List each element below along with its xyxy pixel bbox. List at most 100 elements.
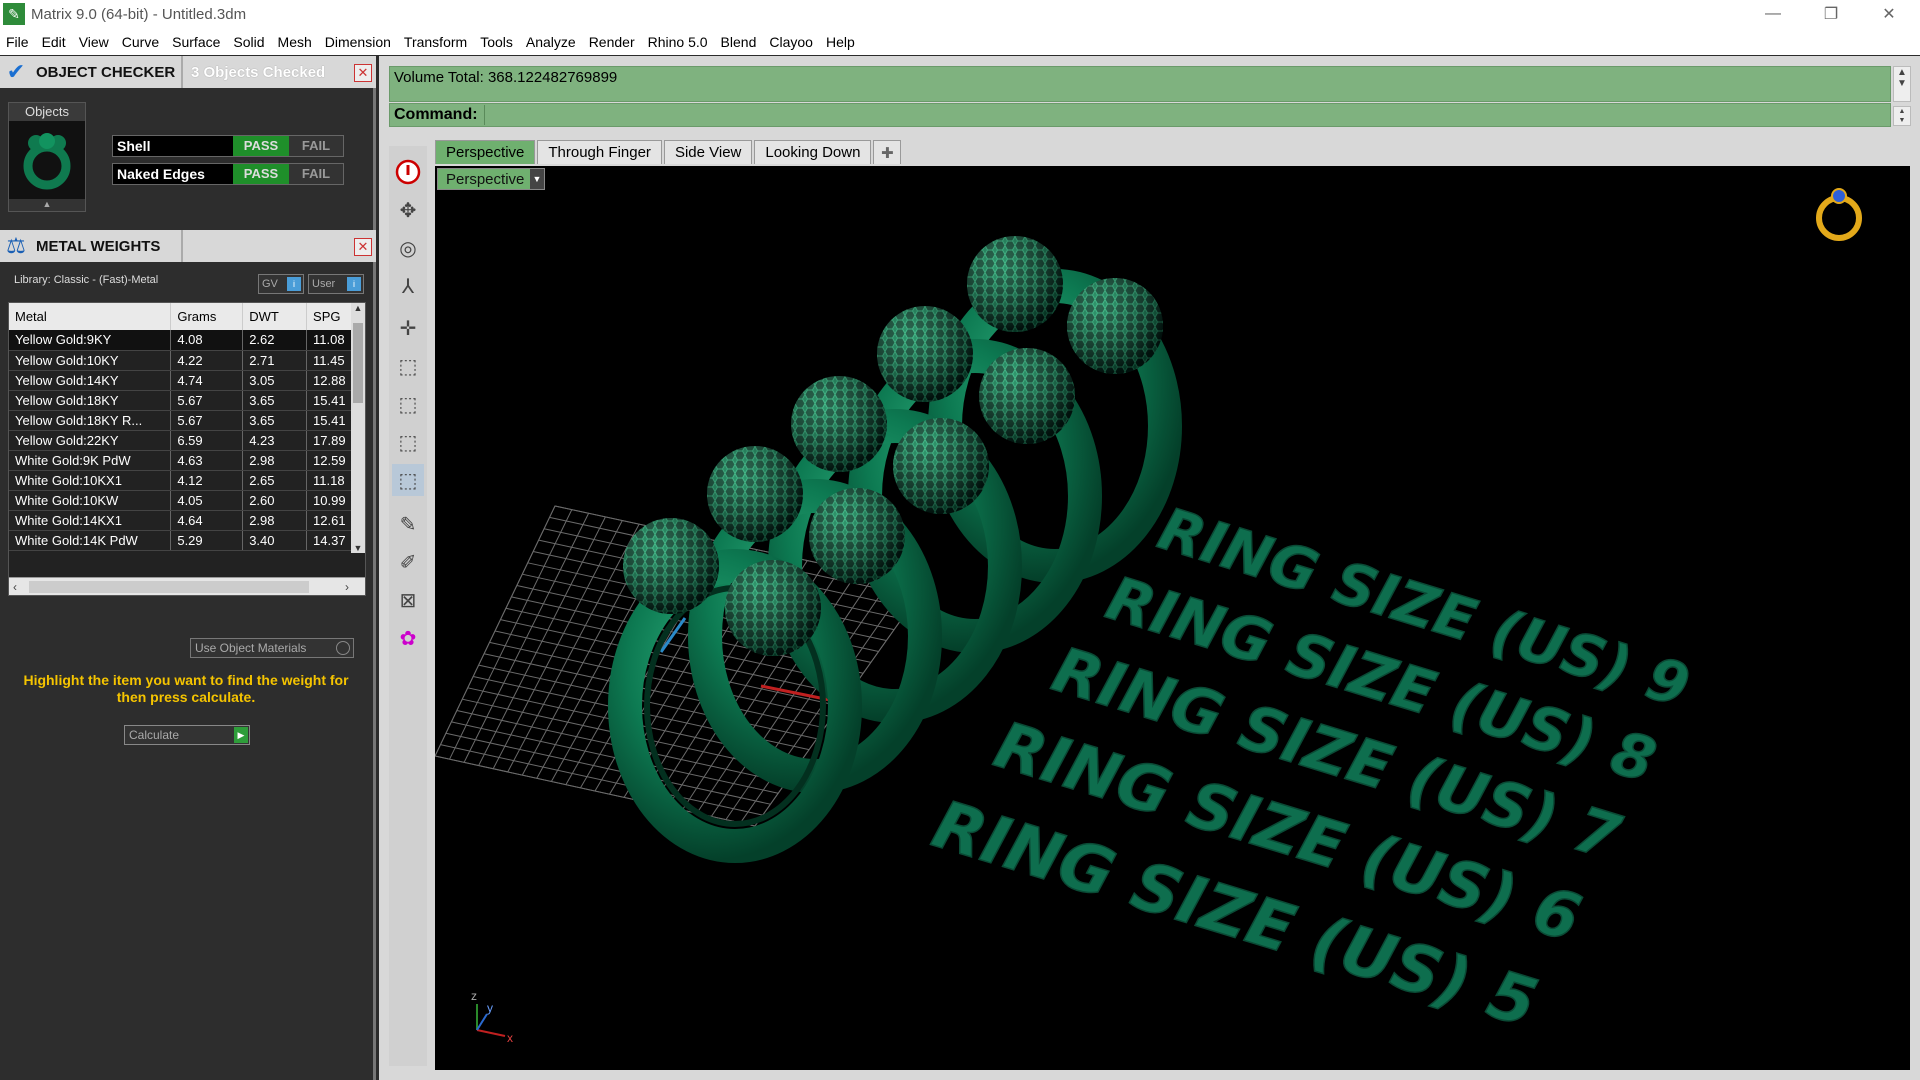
axis-y-label: y: [487, 1001, 493, 1015]
menu-tools[interactable]: Tools: [480, 34, 513, 50]
scroll-thumb[interactable]: [29, 581, 309, 593]
menu-clayoo[interactable]: Clayoo: [769, 34, 813, 50]
viewport-name-dropdown[interactable]: Perspective ▼: [437, 168, 545, 190]
table-row[interactable]: Yellow Gold:10KY 4.22 2.71 11.45: [9, 350, 359, 371]
menu-file[interactable]: File: [6, 34, 29, 50]
metal-cell: Yellow Gold:14KY: [9, 370, 172, 391]
grams-cell: 4.22: [170, 350, 244, 371]
check-shell-fail[interactable]: FAIL: [289, 136, 343, 156]
scroll-right-icon[interactable]: ›: [345, 580, 349, 594]
menu-mesh[interactable]: Mesh: [278, 34, 312, 50]
expand-up-icon[interactable]: ▲: [9, 199, 85, 211]
check-naked-edges: Naked Edges PASS FAIL: [112, 163, 344, 185]
menu-view[interactable]: View: [79, 34, 109, 50]
table-row[interactable]: Yellow Gold:18KY R... 5.67 3.65 15.41: [9, 410, 359, 431]
menu-analyze[interactable]: Analyze: [526, 34, 576, 50]
window-title: Matrix 9.0 (64-bit) - Untitled.3dm: [31, 5, 247, 23]
grams-cell: 4.63: [170, 450, 244, 471]
zoom-extents-icon[interactable]: ⊠: [392, 584, 424, 616]
metal-weights-header: ⚖ METAL WEIGHTS ✕: [0, 230, 376, 262]
metal-cell: White Gold:10KW: [9, 490, 172, 511]
check-naked-edges-pass[interactable]: PASS: [233, 164, 289, 184]
minimize-icon[interactable]: —: [1744, 0, 1802, 28]
history-scrollbar[interactable]: ▲ ▼: [1893, 66, 1911, 102]
column-header-grams[interactable]: Grams: [170, 303, 244, 330]
metal-weights-table: Metal Grams DWT SPG Yellow Gold:9KY 4.08 2…: [8, 302, 366, 596]
table-row[interactable]: Yellow Gold:22KY 6.59 4.23 17.89: [9, 430, 359, 451]
calculate-hint: Highlight the item you want to find the …: [23, 672, 349, 705]
ring-thumbnail[interactable]: [9, 121, 85, 199]
perspective-viewport[interactable]: Perspective ▼ RING SIZE (US) 9 RING SIZE…: [435, 166, 1910, 1070]
add-tab-icon[interactable]: ✚: [873, 140, 902, 164]
globe-icon[interactable]: ◎: [392, 232, 424, 264]
grams-cell: 4.64: [170, 510, 244, 531]
scroll-left-icon[interactable]: ‹: [13, 580, 17, 594]
menu-dimension[interactable]: Dimension: [325, 34, 391, 50]
gv-toggle[interactable]: GV i: [258, 274, 304, 294]
menu-solid[interactable]: Solid: [233, 34, 264, 50]
table-row[interactable]: Yellow Gold:18KY 5.67 3.65 15.41: [9, 390, 359, 411]
stop-icon[interactable]: [392, 156, 424, 188]
cube-persp-icon[interactable]: ⬚: [392, 464, 424, 496]
gear-color-icon[interactable]: ✿: [392, 622, 424, 654]
menu-render[interactable]: Render: [589, 34, 635, 50]
table-row[interactable]: Yellow Gold:14KY 4.74 3.05 12.88: [9, 370, 359, 391]
table-row[interactable]: White Gold:10KW 4.05 2.60 10.99: [9, 490, 359, 511]
scene-canvas: RING SIZE (US) 9 RING SIZE (US) 8 RING S…: [435, 188, 1862, 1045]
grams-cell: 4.08: [170, 330, 244, 351]
gumball-icon[interactable]: ✥: [392, 194, 424, 226]
axis-icon[interactable]: ⅄: [392, 270, 424, 302]
menu-edit[interactable]: Edit: [42, 34, 66, 50]
main-area: Volume Total: 368.122482769899 ▲ ▼ Comman…: [379, 56, 1920, 1080]
close-object-checker-icon[interactable]: ✕: [354, 64, 372, 82]
cube-top-icon[interactable]: ⬚: [392, 350, 424, 382]
tab-perspective[interactable]: Perspective: [435, 140, 536, 164]
table-row[interactable]: White Gold:14K PdW 5.29 3.40 14.37: [9, 530, 359, 551]
table-row[interactable]: White Gold:14KX1 4.64 2.98 12.61: [9, 510, 359, 531]
table-row[interactable]: White Gold:10KX1 4.12 2.65 11.18: [9, 470, 359, 491]
user-toggle[interactable]: User i: [308, 274, 364, 294]
check-shell-pass[interactable]: PASS: [233, 136, 289, 156]
tab-side-view[interactable]: Side View: [663, 140, 753, 164]
metal-cell: Yellow Gold:10KY: [9, 350, 172, 371]
menu-surface[interactable]: Surface: [172, 34, 220, 50]
menu-rhino5[interactable]: Rhino 5.0: [648, 34, 708, 50]
cube-front-icon[interactable]: ⬚: [392, 388, 424, 420]
menu-help[interactable]: Help: [826, 34, 855, 50]
info-icon: i: [347, 277, 361, 291]
ring-preview-icon: [1816, 188, 1862, 241]
menu-curve[interactable]: Curve: [122, 34, 159, 50]
scroll-down-icon[interactable]: ▼: [351, 543, 365, 553]
check-naked-edges-fail[interactable]: FAIL: [289, 164, 343, 184]
scroll-thumb[interactable]: [353, 323, 363, 403]
table-row[interactable]: White Gold:9K PdW 4.63 2.98 12.59: [9, 450, 359, 471]
brush-icon[interactable]: ✐: [392, 546, 424, 578]
menu-transform[interactable]: Transform: [404, 34, 467, 50]
tab-looking-down[interactable]: Looking Down: [754, 140, 872, 164]
column-header-dwt[interactable]: DWT: [242, 303, 308, 330]
column-header-metal[interactable]: Metal: [9, 303, 172, 330]
calculate-button[interactable]: Calculate ▶: [124, 725, 250, 745]
command-spinner[interactable]: ▲ ▼: [1893, 106, 1911, 126]
menu-blend[interactable]: Blend: [721, 34, 757, 50]
object-checker-header: ✔ OBJECT CHECKER 3 Objects Checked ✕: [0, 56, 376, 88]
dropper-icon[interactable]: ✎: [392, 508, 424, 540]
restore-icon[interactable]: ❐: [1802, 0, 1860, 28]
metal-cell: White Gold:14K PdW: [9, 530, 172, 551]
transform-icon[interactable]: ✛: [392, 312, 424, 344]
gv-label: GV: [262, 278, 278, 290]
vertical-toolbar: ✥ ◎ ⅄ ✛ ⬚ ⬚ ⬚ ⬚ ✎ ✐ ⊠ ✿: [389, 146, 427, 1066]
close-icon[interactable]: ✕: [1860, 0, 1918, 28]
cube-side-icon[interactable]: ⬚: [392, 426, 424, 458]
close-metal-weights-icon[interactable]: ✕: [354, 238, 372, 256]
library-label: Library: Classic - (Fast)-Metal: [14, 274, 159, 286]
table-horizontal-scrollbar[interactable]: ‹ ›: [9, 577, 365, 595]
scroll-up-icon[interactable]: ▲: [351, 303, 365, 313]
tab-through-finger[interactable]: Through Finger: [537, 140, 662, 164]
dwt-cell: 3.05: [242, 370, 308, 391]
table-vertical-scrollbar[interactable]: ▲ ▼: [351, 303, 365, 553]
dwt-cell: 2.62: [242, 330, 308, 351]
table-row[interactable]: Yellow Gold:9KY 4.08 2.62 11.08: [9, 330, 359, 351]
command-input[interactable]: [483, 105, 1890, 125]
use-object-materials-toggle[interactable]: Use Object Materials: [190, 638, 354, 658]
